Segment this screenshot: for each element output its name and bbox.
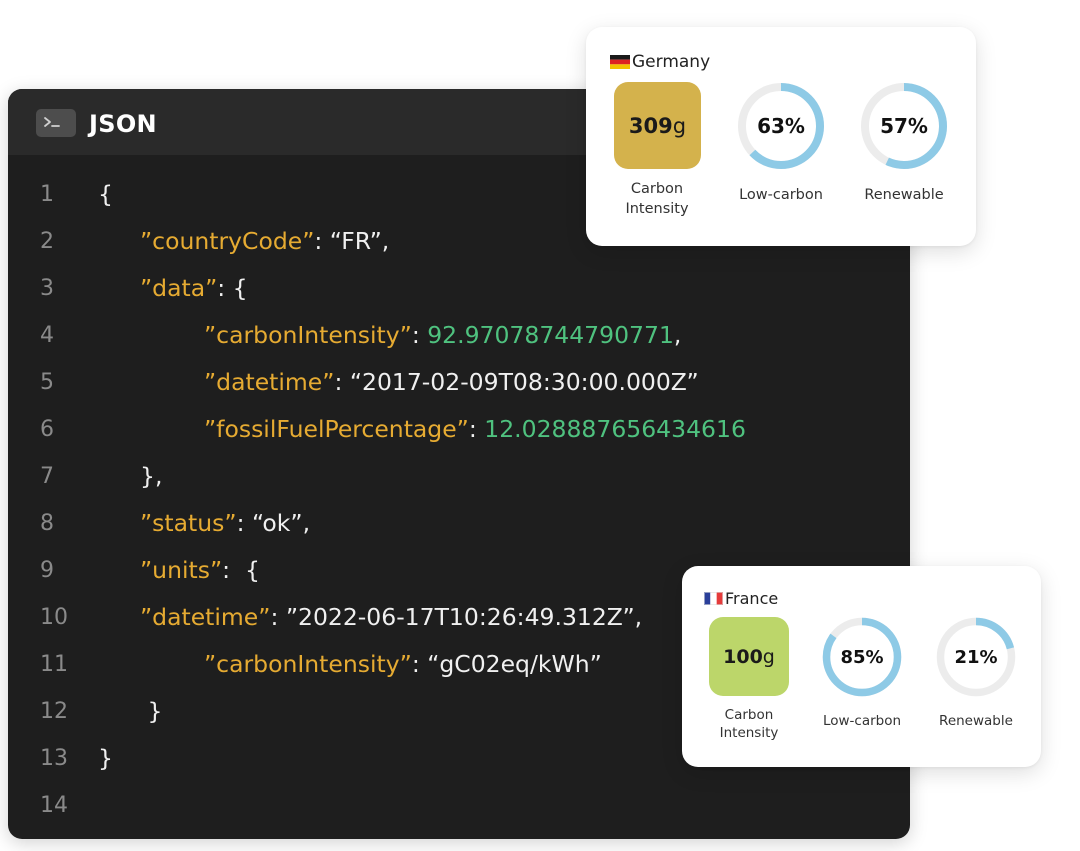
code-text: } [98,735,113,782]
carbon-intensity-label-line2: Intensity [719,725,779,742]
line-number: 4 [40,323,54,348]
json-key: ”status” [140,509,237,537]
code-text: ”status”: “ok”, [140,500,310,547]
line-number: 10 [40,605,68,630]
json-key: ”fossilFuelPercentage” [204,415,469,443]
code-text: }, [140,453,162,500]
json-key: ”carbonIntensity” [204,321,412,349]
carbon-intensity-label: Carbon Intensity [699,706,799,742]
line-number: 9 [40,558,54,583]
code-line: 5 ”datetime”: “2017-02-09T08:30:00.000Z” [8,359,910,406]
json-number: 12.028887656434616 [484,415,746,443]
json-text: { [98,180,113,208]
json-text: : “gC02eq/kWh” [411,650,602,678]
carbon-intensity-label-line1: Carbon [630,181,684,197]
country-card-germany: Germany 309 g Carbon Intensity 63% Low-ca… [586,27,976,246]
json-text: : ”2022-06-17T10:26:49.312Z”, [270,603,643,631]
line-number: 14 [40,793,68,818]
low-carbon-value: 63% [757,114,805,138]
renewable-value: 57% [880,114,928,138]
code-line: 6 ”fossilFuelPercentage”: 12.028887656434… [8,406,910,453]
carbon-intensity-value: 309 [628,113,673,138]
code-line: 4 ”carbonIntensity”: 92.97078744790771, [8,312,910,359]
renewable-value: 21% [954,646,998,668]
line-number: 2 [40,229,54,254]
code-text: ”data”: { [140,265,248,312]
json-key: ”datetime” [140,603,271,631]
json-text: : “2017-02-09T08:30:00.000Z” [334,368,699,396]
json-key: ”data” [140,274,218,302]
line-number: 12 [40,699,68,724]
carbon-intensity-badge: 309 g [614,82,701,169]
code-line: 7}, [8,453,910,500]
code-text: ”datetime”: ”2022-06-17T10:26:49.312Z”, [140,594,642,641]
json-key: ”carbonIntensity” [204,650,412,678]
json-text: : “ok”, [236,509,311,537]
json-key: ”datetime” [204,368,335,396]
country-name: France [725,589,779,608]
json-text: } [140,697,163,725]
page: JSON 1{2 ”countryCode”: “FR”, 3 ”data”: {4”… [0,0,1080,851]
line-number: 6 [40,417,54,442]
code-text: ”fossilFuelPercentage”: 12.0288876564346… [204,406,746,453]
line-number: 13 [40,746,68,771]
france-flag-icon [704,592,723,605]
line-number: 11 [40,652,68,677]
carbon-intensity-unit: g [672,113,687,138]
json-key: ”countryCode” [140,227,315,255]
code-text: { [98,171,113,218]
code-text: ”units”: { [140,547,260,594]
low-carbon-value: 85% [840,646,884,668]
line-number: 3 [40,276,54,301]
json-text: : { [217,274,248,302]
json-text: : [411,321,428,349]
json-text: } [98,744,113,772]
carbon-intensity-label: Carbon Intensity [607,180,707,219]
line-number: 1 [40,182,54,207]
terminal-icon [36,109,76,137]
code-text: ”datetime”: “2017-02-09T08:30:00.000Z” [204,359,699,406]
json-key: ”units” [140,556,223,584]
code-line: 14 [8,782,910,829]
carbon-intensity-label-line1: Carbon [724,707,774,723]
json-text: : “FR”, [314,227,390,255]
carbon-intensity-badge: 100 g [709,617,789,696]
code-text: ”countryCode”: “FR”, [140,218,389,265]
line-number: 5 [40,370,54,395]
line-number: 7 [40,464,54,489]
low-carbon-gauge: 63% [736,81,826,171]
low-carbon-label: Low-carbon [739,187,823,203]
code-text: } [140,688,162,735]
low-carbon-gauge: 85% [821,616,903,698]
json-text: , [673,321,682,349]
country-card-france: France 100 g Carbon Intensity 85% Low-car… [682,566,1041,767]
country-name-row: France [704,589,778,608]
country-name-row: Germany [610,52,710,72]
low-carbon-label: Low-carbon [822,713,902,729]
json-text: : [468,415,485,443]
carbon-intensity-value: 100 [723,645,763,668]
code-panel-title: JSON [89,110,157,138]
carbon-intensity-unit: g [762,645,775,668]
germany-flag-icon [610,55,630,69]
json-text: }, [140,462,163,490]
renewable-label: Renewable [864,187,944,203]
carbon-intensity-label-line2: Intensity [625,200,689,217]
code-text: ”carbonIntensity”: “gC02eq/kWh” [204,641,602,688]
json-text: : { [222,556,260,584]
json-number: 92.97078744790771 [427,321,674,349]
code-line: 8 ”status”: “ok”, [8,500,910,547]
renewable-gauge: 57% [859,81,949,171]
code-text: ”carbonIntensity”: 92.97078744790771, [204,312,681,359]
renewable-label: Renewable [939,713,1013,729]
code-line: 3 ”data”: { [8,265,910,312]
country-name: Germany [632,52,711,72]
line-number: 8 [40,511,54,536]
renewable-gauge: 21% [935,616,1017,698]
